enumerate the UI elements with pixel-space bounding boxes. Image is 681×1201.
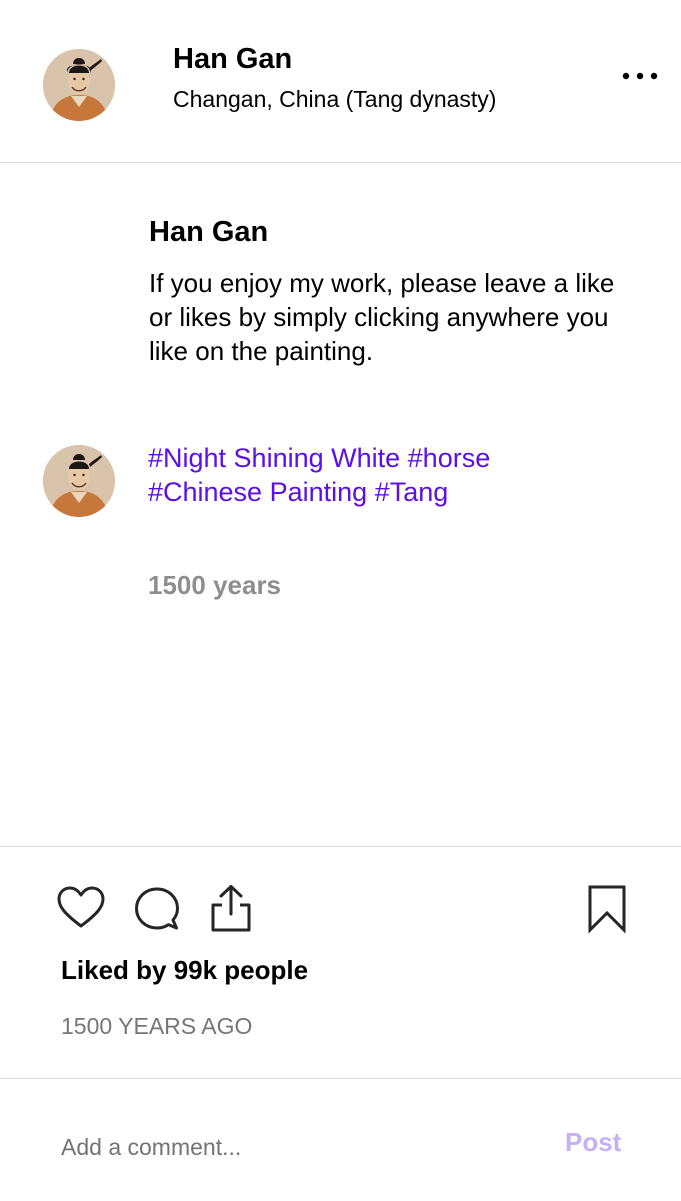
post-actions: Liked by 99k people 1500 YEARS AGO xyxy=(0,846,681,1079)
comment-input[interactable] xyxy=(61,1127,541,1167)
comment-avatar[interactable] xyxy=(43,445,115,517)
hashtag-list: #Night Shining White #horse #Chinese Pai… xyxy=(148,441,618,509)
portrait-image xyxy=(43,49,115,121)
header-username[interactable]: Han Gan xyxy=(173,41,292,77)
share-button[interactable] xyxy=(208,883,254,933)
header-location[interactable]: Changan, China (Tang dynasty) xyxy=(173,84,496,114)
comment-bar: Post xyxy=(0,1080,681,1201)
post-caption: Han Gan If you enjoy my work, please lea… xyxy=(149,214,619,368)
like-button[interactable] xyxy=(56,885,106,931)
hashtag-link[interactable]: #Chinese Painting xyxy=(148,477,367,507)
hashtag-link[interactable]: #Night Shining White xyxy=(148,443,400,473)
post-comment-button[interactable]: Post xyxy=(565,1126,621,1158)
post-timestamp: 1500 YEARS AGO xyxy=(61,1013,253,1039)
more-horizontal-icon xyxy=(622,72,658,80)
hashtag-link[interactable]: #horse xyxy=(408,443,491,473)
bookmark-icon xyxy=(588,885,626,934)
comment-age: 1500 years xyxy=(148,570,282,600)
save-button[interactable] xyxy=(586,884,628,934)
comment-button[interactable] xyxy=(133,885,181,933)
likes-count[interactable]: Liked by 99k people xyxy=(61,954,308,986)
more-options-button[interactable] xyxy=(614,62,666,90)
post-header: Han Gan Changan, China (Tang dynasty) xyxy=(0,0,681,163)
comment-bubble-icon xyxy=(135,887,179,930)
portrait-image xyxy=(43,445,115,517)
caption-text: If you enjoy my work, please leave a lik… xyxy=(149,268,615,366)
profile-avatar[interactable] xyxy=(43,49,115,121)
hashtag-link[interactable]: #Tang xyxy=(375,477,449,507)
heart-icon xyxy=(57,886,105,928)
share-icon xyxy=(211,885,251,932)
caption-username[interactable]: Han Gan xyxy=(149,214,619,250)
